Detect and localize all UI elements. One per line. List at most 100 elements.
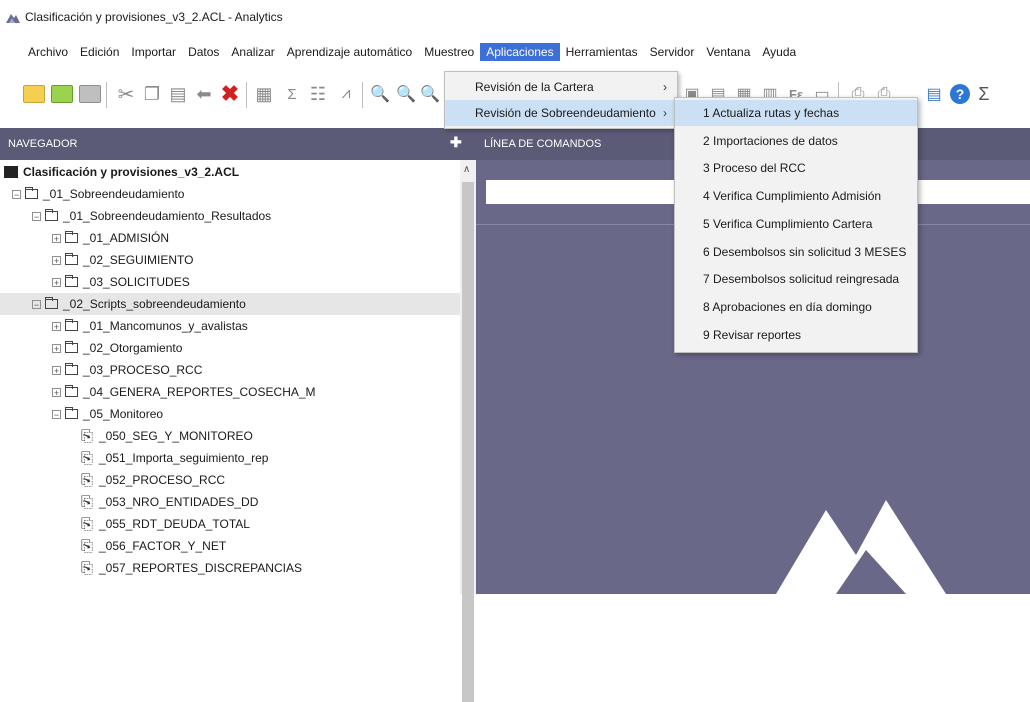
delete-icon[interactable]: ✖ bbox=[218, 81, 242, 106]
tree-item-label: _02_Otorgamiento bbox=[83, 341, 183, 355]
tree-item-label: _03_PROCESO_RCC bbox=[83, 363, 203, 377]
tree-folder-item[interactable]: + _02_SEGUIMIENTO bbox=[0, 249, 460, 271]
window-icon[interactable]: ▤ bbox=[922, 82, 946, 106]
search-prev-icon[interactable]: 🔍 bbox=[420, 82, 440, 106]
folder-icon bbox=[65, 231, 78, 243]
menu-aplicaciones[interactable]: Aplicaciones bbox=[480, 43, 560, 61]
table-layout-icon[interactable]: ▦ bbox=[252, 82, 276, 106]
collapse-icon[interactable]: − bbox=[52, 409, 61, 419]
folder-icon bbox=[45, 209, 58, 221]
undo-icon[interactable]: ⬅ bbox=[192, 82, 216, 106]
folder-icon bbox=[45, 297, 58, 309]
tree-script-item[interactable]: ⎘ _055_RDT_DEUDA_TOTAL bbox=[0, 513, 460, 535]
tree-folder-item[interactable]: + _04_GENERA_REPORTES_COSECHA_M bbox=[0, 381, 460, 403]
scroll-up-icon[interactable]: ∧ bbox=[463, 164, 470, 175]
tree-folder-item[interactable]: + _02_Otorgamiento bbox=[0, 337, 460, 359]
copy-icon[interactable]: ❐ bbox=[140, 82, 164, 106]
tree-folder-item[interactable]: − _05_Monitoreo bbox=[0, 403, 460, 425]
script-icon: ⎘ bbox=[80, 559, 93, 577]
menu-datos[interactable]: Datos bbox=[182, 43, 225, 61]
add-folder-icon[interactable] bbox=[50, 82, 74, 106]
chevron-right-icon: › bbox=[663, 106, 667, 120]
tree-item-label: _01_Sobreendeudamiento_Resultados bbox=[63, 209, 272, 223]
submenu-item-2[interactable]: 2 Importaciones de datos bbox=[675, 128, 917, 154]
folder-icon bbox=[65, 275, 78, 287]
histogram-icon[interactable]: ⩘ bbox=[334, 82, 358, 106]
help-icon[interactable]: ? bbox=[948, 82, 972, 106]
expand-icon[interactable]: + bbox=[52, 255, 61, 265]
new-project-icon[interactable] bbox=[22, 82, 46, 106]
cut-icon[interactable]: ✂ bbox=[114, 82, 138, 106]
tree-folder-item[interactable]: − _01_Sobreendeudamiento bbox=[0, 183, 460, 205]
menu-item-label: Revisión de Sobreendeudamiento bbox=[475, 106, 656, 120]
toolbar-separator bbox=[362, 82, 363, 108]
folder-icon bbox=[65, 363, 78, 375]
scrollbar-thumb[interactable] bbox=[462, 182, 474, 702]
collapse-icon[interactable]: − bbox=[32, 211, 41, 221]
paste-icon[interactable]: ▤ bbox=[166, 82, 190, 106]
submenu-item-4[interactable]: 4 Verifica Cumplimiento Admisión bbox=[675, 183, 917, 209]
submenu-item-1[interactable]: 1 Actualiza rutas y fechas bbox=[675, 100, 917, 126]
navigator-scrollbar[interactable]: ∧ bbox=[460, 160, 476, 702]
toolbar-separator bbox=[246, 82, 247, 108]
menu-aprendizaje-autom-tico[interactable]: Aprendizaje automático bbox=[281, 43, 418, 61]
menu-servidor[interactable]: Servidor bbox=[644, 43, 701, 61]
script-icon: ⎘ bbox=[80, 427, 93, 445]
submenu-item-7[interactable]: 7 Desembolsos solicitud reingresada bbox=[675, 266, 917, 292]
submenu-item-9[interactable]: 9 Revisar reportes bbox=[675, 322, 917, 348]
submenu-item-6[interactable]: 6 Desembolsos sin solicitud 3 MESES bbox=[675, 239, 917, 265]
submenu-item-8[interactable]: 8 Aprobaciones en día domingo bbox=[675, 294, 917, 320]
menu-item-label: Revisión de la Cartera bbox=[475, 80, 594, 94]
menu-importar[interactable]: Importar bbox=[125, 43, 182, 61]
profile-icon[interactable]: ☷ bbox=[306, 82, 330, 106]
folder-icon bbox=[65, 319, 78, 331]
expand-icon[interactable]: + bbox=[52, 233, 61, 243]
tree-script-item[interactable]: ⎘ _057_REPORTES_DISCREPANCIAS bbox=[0, 557, 460, 579]
collapse-icon[interactable]: − bbox=[12, 189, 21, 199]
submenu-item-3[interactable]: 3 Proceso del RCC bbox=[675, 155, 917, 181]
tree-script-item[interactable]: ⎘ _050_SEG_Y_MONITOREO bbox=[0, 425, 460, 447]
menu-herramientas[interactable]: Herramientas bbox=[560, 43, 644, 61]
tree-item-label: _051_Importa_seguimiento_rep bbox=[99, 451, 269, 465]
tree-script-item[interactable]: ⎘ _052_PROCESO_RCC bbox=[0, 469, 460, 491]
sigma-icon[interactable]: Σ bbox=[972, 82, 996, 106]
title-bar: Clasificación y provisiones_v3_2.ACL - A… bbox=[0, 0, 1030, 34]
tree-script-item[interactable]: ⎘ _056_FACTOR_Y_NET bbox=[0, 535, 460, 557]
acl-watermark-logo-icon bbox=[776, 500, 946, 594]
script-icon: ⎘ bbox=[80, 515, 93, 533]
navigator-pin-icon[interactable]: ✚ bbox=[450, 134, 462, 151]
submenu-item-label: 7 Desembolsos solicitud reingresada bbox=[703, 272, 900, 287]
menu-item-revision-sobreendeudamiento[interactable]: Revisión de Sobreendeudamiento › bbox=[445, 100, 677, 126]
submenu-item-label: 3 Proceso del RCC bbox=[703, 161, 806, 176]
statistics-icon[interactable]: Σ bbox=[280, 82, 304, 106]
tree-folder-item[interactable]: + _03_PROCESO_RCC bbox=[0, 359, 460, 381]
tree-folder-item[interactable]: − _02_Scripts_sobreendeudamiento bbox=[0, 293, 460, 315]
project-icon bbox=[4, 166, 18, 178]
expand-icon[interactable]: + bbox=[52, 321, 61, 331]
expand-icon[interactable]: + bbox=[52, 387, 61, 397]
menu-muestreo[interactable]: Muestreo bbox=[418, 43, 480, 61]
navigator-tree: Clasificación y provisiones_v3_2.ACL − _01… bbox=[0, 160, 460, 594]
expand-icon[interactable]: + bbox=[52, 343, 61, 353]
menu-ventana[interactable]: Ventana bbox=[700, 43, 756, 61]
tree-folder-item[interactable]: + _03_SOLICITUDES bbox=[0, 271, 460, 293]
tree-folder-item[interactable]: + _01_ADMISIÓN bbox=[0, 227, 460, 249]
menu-analizar[interactable]: Analizar bbox=[225, 43, 280, 61]
expand-icon[interactable]: + bbox=[52, 277, 61, 287]
collapse-icon[interactable]: − bbox=[32, 299, 41, 309]
tree-project-item[interactable]: Clasificación y provisiones_v3_2.ACL bbox=[0, 161, 460, 183]
tree-folder-item[interactable]: − _01_Sobreendeudamiento_Resultados bbox=[0, 205, 460, 227]
search-icon[interactable]: 🔍 bbox=[368, 82, 392, 106]
tree-script-item[interactable]: ⎘ _053_NRO_ENTIDADES_DD bbox=[0, 491, 460, 513]
open-project-icon[interactable] bbox=[78, 82, 102, 106]
menu-item-revision-cartera[interactable]: Revisión de la Cartera › bbox=[445, 74, 677, 100]
submenu-item-5[interactable]: 5 Verifica Cumplimiento Cartera bbox=[675, 211, 917, 237]
tree-folder-item[interactable]: + _01_Mancomunos_y_avalistas bbox=[0, 315, 460, 337]
tree-script-item[interactable]: ⎘ _051_Importa_seguimiento_rep bbox=[0, 447, 460, 469]
expand-icon[interactable]: + bbox=[52, 365, 61, 375]
menu-edici-n[interactable]: Edición bbox=[74, 43, 125, 61]
menu-ayuda[interactable]: Ayuda bbox=[756, 43, 802, 61]
menu-archivo[interactable]: Archivo bbox=[22, 43, 74, 61]
folder-icon bbox=[65, 407, 78, 419]
search-next-icon[interactable]: 🔍 bbox=[394, 82, 418, 106]
